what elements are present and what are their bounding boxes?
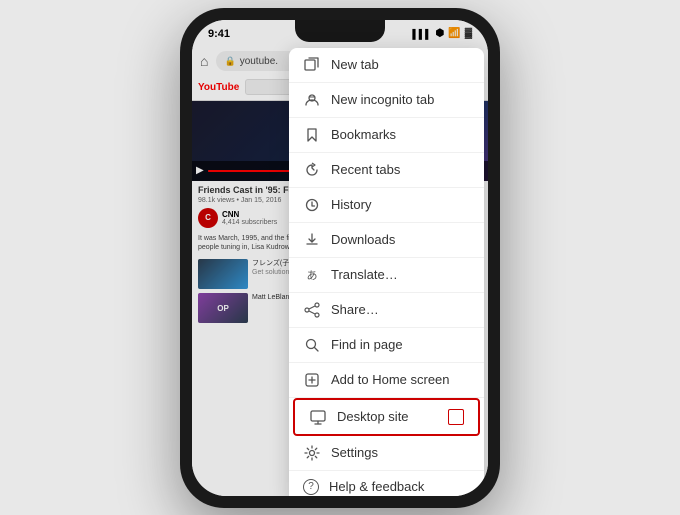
- phone-screen: 9:41 ▌▌▌ ⬢ 📶 ▓ ⌂ 🔒 youtube. › ☆ ⬇ ⓘ ↻: [192, 20, 488, 496]
- phone-outer: 9:41 ▌▌▌ ⬢ 📶 ▓ ⌂ 🔒 youtube. › ☆ ⬇ ⓘ ↻: [180, 8, 500, 508]
- history-label: History: [331, 197, 470, 212]
- incognito-icon: [303, 91, 321, 109]
- translate-icon: あ: [303, 266, 321, 284]
- menu-item-settings[interactable]: Settings: [289, 436, 484, 471]
- find-in-page-label: Find in page: [331, 337, 470, 352]
- menu-item-find-in-page[interactable]: Find in page: [289, 328, 484, 363]
- menu-item-translate[interactable]: あ Translate…: [289, 258, 484, 293]
- downloads-label: Downloads: [331, 232, 470, 247]
- menu-item-add-homescreen[interactable]: Add to Home screen: [289, 363, 484, 398]
- bookmarks-label: Bookmarks: [331, 127, 470, 142]
- menu-item-bookmarks[interactable]: Bookmarks: [289, 118, 484, 153]
- desktop-site-icon: [309, 408, 327, 426]
- bookmarks-icon: [303, 126, 321, 144]
- new-tab-label: New tab: [331, 57, 470, 72]
- menu-item-history[interactable]: History: [289, 188, 484, 223]
- help-icon: ?: [303, 479, 319, 495]
- find-icon: [303, 336, 321, 354]
- desktop-site-checkbox[interactable]: [448, 409, 464, 425]
- dropdown-menu: New tab New incognito tab: [289, 48, 484, 496]
- settings-label: Settings: [331, 445, 470, 460]
- menu-item-incognito[interactable]: New incognito tab: [289, 83, 484, 118]
- recent-tabs-label: Recent tabs: [331, 162, 470, 177]
- downloads-icon: [303, 231, 321, 249]
- translate-label: Translate…: [331, 267, 470, 282]
- menu-item-downloads[interactable]: Downloads: [289, 223, 484, 258]
- homescreen-icon: [303, 371, 321, 389]
- recent-tabs-icon: [303, 161, 321, 179]
- menu-item-desktop-site[interactable]: Desktop site: [293, 398, 480, 436]
- add-homescreen-label: Add to Home screen: [331, 372, 470, 387]
- menu-item-recent-tabs[interactable]: Recent tabs: [289, 153, 484, 188]
- desktop-site-label: Desktop site: [337, 409, 434, 424]
- menu-item-help[interactable]: ? Help & feedback: [289, 471, 484, 496]
- share-icon: [303, 301, 321, 319]
- new-tab-icon: [303, 56, 321, 74]
- share-label: Share…: [331, 302, 470, 317]
- help-label: Help & feedback: [329, 479, 470, 494]
- history-icon: [303, 196, 321, 214]
- menu-item-share[interactable]: Share…: [289, 293, 484, 328]
- incognito-label: New incognito tab: [331, 92, 470, 107]
- menu-item-new-tab[interactable]: New tab: [289, 48, 484, 83]
- settings-icon: [303, 444, 321, 462]
